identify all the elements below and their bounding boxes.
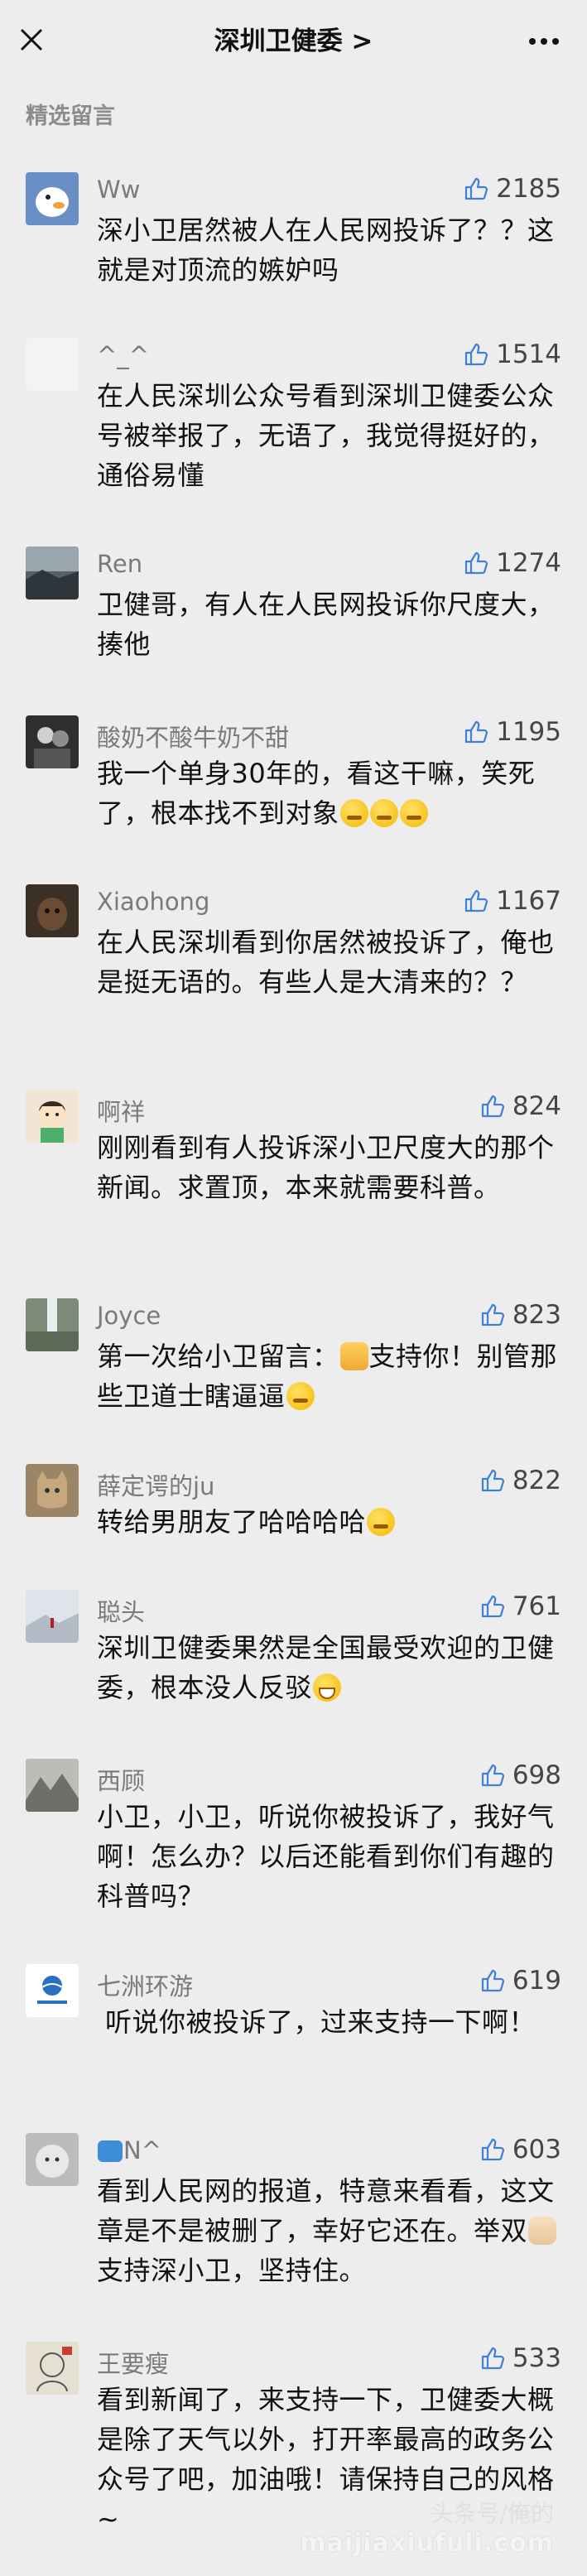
- comment-nickname[interactable]: Ww: [97, 176, 140, 204]
- like-button[interactable]: 698: [479, 1760, 561, 1790]
- like-button[interactable]: 1514: [463, 339, 561, 369]
- thumbs-up-icon: [464, 551, 488, 575]
- sleepy-face-emoji: [399, 799, 428, 827]
- comment-text: 第一次给小卫留言： 支持你！别管那些卫道士瞎逼逼: [97, 1336, 561, 1416]
- comment-nickname[interactable]: 七洲环游: [97, 1967, 193, 2002]
- like-count: 761: [512, 1591, 561, 1621]
- like-count: 603: [512, 2135, 561, 2164]
- thumbs-up-icon: [481, 1095, 504, 1118]
- section-label: 精选留言: [26, 104, 115, 129]
- thumbs-up-icon: [464, 889, 488, 912]
- comment-nickname[interactable]: 啊祥: [97, 1093, 145, 1128]
- thumbs-up-icon: [481, 2347, 504, 2370]
- comment-text: 小卫，小卫，听说你被投诉了，我好气啊！怎么办？以后还能看到你们有趣的科普吗？: [97, 1801, 555, 1912]
- comment-text: 在人民深圳看到你居然被投诉了，俺也是挺无语的。有些人是大清来的？？: [97, 927, 555, 998]
- sketch-avatar[interactable]: [26, 2342, 79, 2395]
- like-button[interactable]: 533: [479, 2343, 561, 2373]
- cartoon-avatar[interactable]: [26, 1090, 79, 1143]
- comment-text: 深圳卫健委果然是全国最受欢迎的卫健委，根本没人反驳: [97, 1628, 561, 1707]
- comment-text-body: 我一个单身30年的，看这干嘛，笑死了，根本找不到对象: [97, 758, 536, 829]
- sleepy-face-emoji: [339, 799, 368, 827]
- like-count: 1167: [496, 886, 561, 916]
- comment-text-part: 支持深小卫，坚持住。: [97, 2255, 367, 2286]
- like-count: 822: [512, 1466, 561, 1495]
- thumbs-up-icon: [464, 177, 488, 200]
- watermark: 头条号/俺的 maijiaxiufuli.com: [300, 2496, 554, 2558]
- comment-nickname[interactable]: 酸奶不酸牛奶不甜: [97, 719, 289, 754]
- like-button[interactable]: 761: [479, 1591, 561, 1621]
- more-icon[interactable]: [527, 36, 561, 46]
- like-button[interactable]: 603: [479, 2135, 561, 2164]
- comment-text: 听说你被投诉了，过来支持一下啊！: [105, 2006, 536, 2038]
- top-bar: 深圳卫健委 >: [0, 0, 587, 83]
- thumbs-up-icon: [481, 1969, 504, 1992]
- comment-nickname[interactable]: 王要瘦: [97, 2345, 169, 2380]
- like-count: 824: [512, 1091, 561, 1121]
- comment-nickname[interactable]: 西顾: [97, 1762, 145, 1797]
- comment-nickname[interactable]: ^_^: [97, 341, 149, 369]
- comment-nickname-text: N^: [123, 2136, 161, 2164]
- thumbs-up-icon: [481, 1764, 504, 1787]
- mountain-avatar[interactable]: [26, 1759, 79, 1812]
- like-button[interactable]: 824: [479, 1091, 561, 1121]
- like-button[interactable]: 619: [479, 1966, 561, 1996]
- comment-text: 卫健哥，有人在人民网投诉你尺度大，揍他: [97, 589, 555, 660]
- comment-nickname[interactable]: 薛定谔的ju: [97, 1467, 214, 1502]
- like-count: 698: [512, 1760, 561, 1790]
- sleepy-face-emoji: [369, 799, 398, 827]
- thumbs-up-emoji: [339, 1342, 368, 1370]
- comment-nickname[interactable]: Ren: [97, 550, 142, 578]
- comment-nickname[interactable]: N^: [97, 2136, 161, 2164]
- shush-face-emoji: [286, 1382, 315, 1410]
- like-button[interactable]: 823: [479, 1300, 561, 1330]
- grin-face-emoji: [313, 1673, 342, 1702]
- thumbs-up-icon: [464, 720, 488, 744]
- like-button[interactable]: 1167: [463, 886, 561, 916]
- like-button[interactable]: 2185: [463, 174, 561, 204]
- flushed-face-emoji: [367, 1508, 396, 1536]
- dog-avatar[interactable]: [26, 884, 79, 937]
- like-button[interactable]: 1274: [463, 548, 561, 578]
- comment-nickname[interactable]: Xiaohong: [97, 888, 209, 916]
- comment-text: 在人民深圳公众号看到深圳卫健委公众号被举报了，无语了，我觉得挺好的，通俗易懂: [97, 380, 555, 491]
- comment-text-part: 第一次给小卫留言：: [97, 1341, 339, 1372]
- logo-avatar[interactable]: [26, 1964, 79, 2017]
- comment-text: 看到人民网的报道，特意来看看，这文章是不是被删了，幸好它还在。举双支持深小卫，坚…: [97, 2171, 561, 2290]
- thumbs-up-icon: [481, 1303, 504, 1327]
- thumbs-up-icon: [481, 2138, 504, 2161]
- like-count: 2185: [496, 174, 561, 204]
- comment-nickname[interactable]: 聪头: [97, 1593, 145, 1628]
- like-button[interactable]: 1195: [463, 717, 561, 747]
- like-count: 619: [512, 1966, 561, 1996]
- like-count: 823: [512, 1300, 561, 1330]
- duck-avatar[interactable]: [26, 172, 79, 225]
- comment-text-part: 看到人民网的报道，特意来看看，这文章是不是被删了，幸好它还在。举双: [97, 2175, 555, 2246]
- thumbs-up-icon: [464, 343, 488, 366]
- dolphin-emoji: [98, 2140, 123, 2162]
- waterfall-avatar[interactable]: [26, 1298, 79, 1351]
- watermark-url: maijiaxiufuli.com: [300, 2529, 554, 2558]
- like-count: 1274: [496, 548, 561, 578]
- like-count: 1514: [496, 339, 561, 369]
- page-title[interactable]: 深圳卫健委 >: [0, 25, 587, 58]
- snow-avatar[interactable]: [26, 1590, 79, 1643]
- blank-avatar[interactable]: [26, 338, 79, 391]
- comment-nickname[interactable]: Joyce: [97, 1302, 161, 1330]
- comment-text: 刚刚看到有人投诉深小卫尺度大的那个新闻。求置顶，本来就需要科普。: [97, 1132, 555, 1203]
- comment-text: 深小卫居然被人在人民网投诉了？？这就是对顶流的嫉妒吗: [97, 214, 555, 286]
- landscape-avatar[interactable]: [26, 546, 79, 599]
- watermark-line: 头条号/俺的: [430, 2500, 554, 2527]
- raised-hands-emoji: [528, 2217, 557, 2245]
- cat-avatar[interactable]: [26, 1464, 79, 1517]
- comment-text-body: 转给男朋友了哈哈哈哈: [97, 1506, 367, 1538]
- couple-avatar[interactable]: [26, 715, 79, 768]
- like-count: 1195: [496, 717, 561, 747]
- thumbs-up-icon: [481, 1469, 504, 1492]
- cat-avatar[interactable]: [26, 2133, 79, 2186]
- thumbs-up-icon: [481, 1595, 504, 1618]
- comment-text: 我一个单身30年的，看这干嘛，笑死了，根本找不到对象: [97, 754, 561, 833]
- like-count: 533: [512, 2343, 561, 2373]
- like-button[interactable]: 822: [479, 1466, 561, 1495]
- comment-text: 转给男朋友了哈哈哈哈: [97, 1502, 561, 1542]
